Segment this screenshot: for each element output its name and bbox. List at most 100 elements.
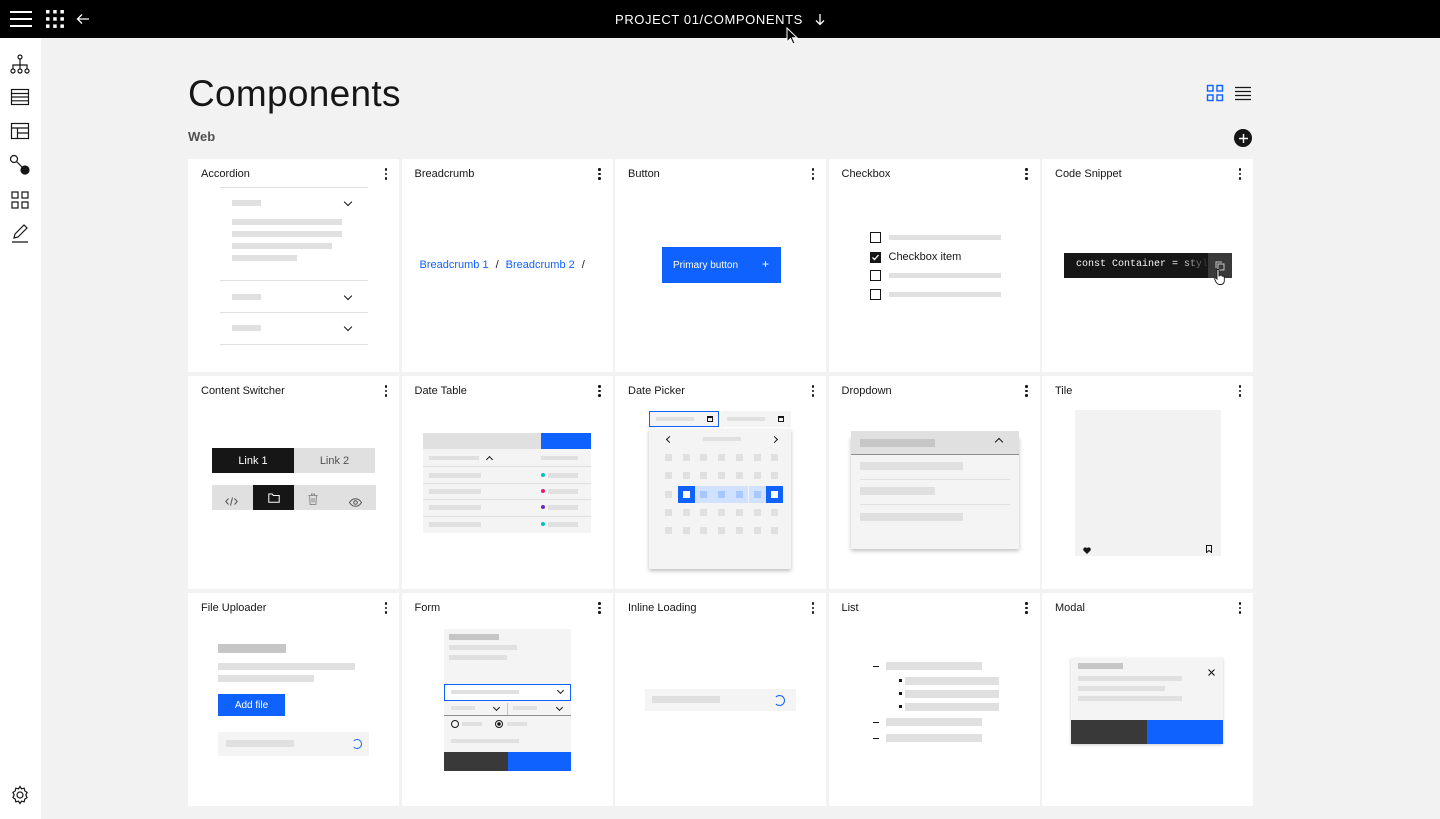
section-label-web: Web [188,129,216,144]
checkbox-label: Checkbox item [888,251,962,263]
overflow-menu-icon[interactable] [595,600,605,616]
overflow-menu-icon[interactable] [1022,600,1032,616]
card-checkbox[interactable]: Checkbox Checkbox item [828,159,1040,372]
close-icon [1208,663,1215,681]
overflow-menu-icon[interactable] [595,383,605,399]
calendar-day [700,454,708,461]
connect-icon[interactable] [8,153,32,177]
card-title: List [841,602,859,614]
calendar-day [665,454,672,461]
calendar-day [665,472,672,480]
radio-icon [450,720,459,728]
card-file-uploader[interactable]: File Uploader Add file [188,593,399,806]
card-dropdown[interactable]: Dropdown [828,376,1040,589]
grid-view-icon[interactable] [1206,84,1224,102]
card-title: File Uploader [201,602,267,614]
bookmark-icon [1206,540,1212,558]
checkbox-icon [869,270,881,281]
radio-selected-icon [494,720,503,728]
overflow-menu-icon[interactable] [381,600,391,616]
card-modal[interactable]: Modal [1042,593,1253,806]
calendar-day [682,454,690,461]
add-file-button: Add file [218,694,285,716]
components-grid: Accordion Breadcrumb Breadcrumb 1 / Brea… [188,159,1253,806]
calendar-day [753,527,761,535]
overflow-menu-icon[interactable] [1235,383,1245,399]
hand-cursor-icon [1214,269,1226,290]
loading-icon [774,695,785,706]
calendar-day [700,508,708,516]
calendar-day [700,472,708,480]
project-title[interactable]: PROJECT 01/COMPONENTS [615,12,803,27]
card-date-table[interactable]: Date Table [401,376,613,589]
card-title: Inline Loading [628,602,697,614]
calendar-day [682,472,690,480]
overflow-menu-icon[interactable] [1022,383,1032,399]
calendar-day [682,527,690,535]
list-view-icon[interactable] [1234,84,1252,102]
switch-link-1: Link 1 [212,448,294,473]
overflow-menu-icon[interactable] [1235,166,1245,182]
breadcrumb-separator: / [495,259,499,271]
calendar-day [682,508,690,516]
loading-icon [352,739,362,749]
table-icon[interactable] [8,85,32,109]
breadcrumb-preview: Breadcrumb 1 / Breadcrumb 2 / [420,259,585,271]
mouse-cursor-icon [786,26,799,50]
code-icon [225,493,238,511]
card-content-switcher[interactable]: Content Switcher Link 1 Link 2 [188,376,399,589]
card-title: Tile [1055,385,1073,397]
overflow-menu-icon[interactable] [1022,166,1032,182]
hierarchy-icon[interactable] [8,52,32,76]
grid-icon[interactable] [8,188,32,212]
calendar-day [735,527,743,535]
primary-button-label: Primary button [673,259,739,271]
card-breadcrumb[interactable]: Breadcrumb Breadcrumb 1 / Breadcrumb 2 / [401,159,613,372]
calendar-day [700,490,708,498]
page-title: Components [188,73,401,114]
project-breadcrumb: PROJECT 01/COMPONENTS [0,0,1440,38]
switch-link-2: Link 2 [294,448,375,473]
card-date-picker[interactable]: Date Picker [615,376,826,589]
card-list[interactable]: List [828,593,1040,806]
view-icon [348,494,363,512]
card-accordion[interactable]: Accordion [188,159,399,372]
tile-preview [1075,410,1221,556]
overflow-menu-icon[interactable] [595,166,605,182]
calendar-day [771,508,779,516]
calendar-day [771,454,779,461]
calendar-day [766,485,784,503]
overflow-menu-icon[interactable] [808,600,818,616]
calendar-day [718,472,726,480]
settings-icon[interactable] [8,783,32,807]
add-icon[interactable] [1234,129,1252,147]
calendar-day [735,508,743,516]
arrow-down-icon[interactable] [815,13,825,26]
card-title: Content Switcher [201,385,285,397]
overflow-menu-icon[interactable] [808,166,818,182]
calendar-day [735,490,743,498]
overflow-menu-icon[interactable] [1235,600,1245,616]
overflow-menu-icon[interactable] [808,383,818,399]
calendar-day [735,472,743,480]
calendar-day [718,527,726,535]
card-inline-loading[interactable]: Inline Loading [615,593,826,806]
code-snippet-preview: const Container = style [1064,253,1232,278]
card-tile[interactable]: Tile [1042,376,1253,589]
breadcrumb-item-1: Breadcrumb 1 [419,259,489,271]
card-form[interactable]: Form [401,593,613,806]
left-rail [0,38,41,819]
card-title: Code Snippet [1055,168,1122,180]
layout-icon[interactable] [8,119,32,143]
overflow-menu-icon[interactable] [381,383,391,399]
calendar-day [718,490,726,498]
calendar-day [700,527,708,535]
heart-icon [1083,541,1091,559]
edit-icon[interactable] [8,222,32,246]
card-button[interactable]: Button Primary button + [615,159,826,372]
breadcrumb-separator: / [581,259,585,271]
overflow-menu-icon[interactable] [381,166,391,182]
card-code-snippet[interactable]: Code Snippet const Container = style [1042,159,1253,372]
card-title: Dropdown [841,385,892,397]
calendar-day [771,472,779,480]
